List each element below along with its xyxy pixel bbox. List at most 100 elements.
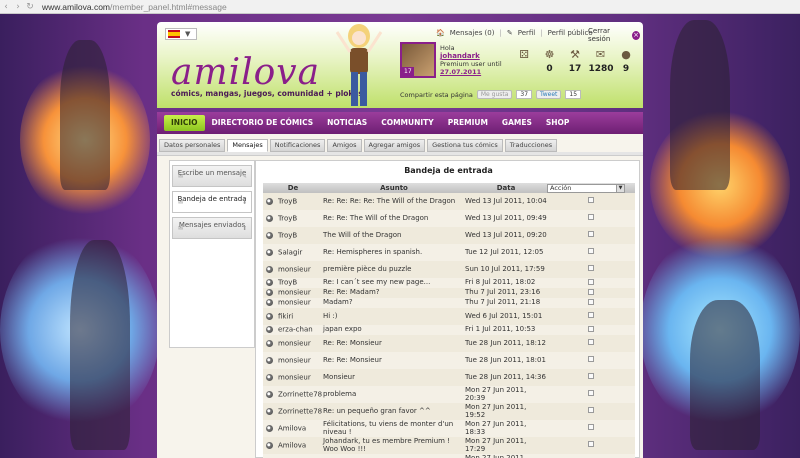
row-checkbox[interactable] bbox=[588, 407, 594, 414]
subject-cell[interactable]: Re: I can´t see my new page... bbox=[323, 278, 465, 288]
table-row[interactable]: TroyB The Will of the Dragon Wed 13 Jul 20… bbox=[263, 227, 635, 244]
reload-icon[interactable]: ↻ bbox=[24, 2, 36, 12]
tab-manage-comics[interactable]: Gestiona tus cómics bbox=[427, 139, 503, 152]
subject-cell[interactable]: Hi :) bbox=[323, 308, 465, 325]
row-checkbox[interactable] bbox=[588, 312, 594, 319]
subject-cell[interactable]: Re: Re: Re: Re: The Will of the Dragon bbox=[323, 193, 465, 210]
sender-name[interactable]: Amilova bbox=[278, 441, 306, 449]
subject-cell[interactable]: Re: Re: Madam? bbox=[323, 288, 465, 298]
sender-name[interactable]: monsieur bbox=[278, 373, 311, 381]
nav-games[interactable]: GAMES bbox=[495, 115, 539, 131]
profile-link[interactable]: Perfil bbox=[518, 29, 536, 37]
tab-messages[interactable]: Mensajes bbox=[227, 139, 268, 152]
row-checkbox[interactable] bbox=[588, 288, 594, 295]
sender-name[interactable]: fikiri bbox=[278, 312, 293, 320]
avatar[interactable]: 17 bbox=[400, 42, 436, 78]
sender-name[interactable]: Salagir bbox=[278, 248, 302, 256]
row-checkbox[interactable] bbox=[588, 441, 594, 448]
subject-cell[interactable]: The Will of the Dragon bbox=[323, 227, 465, 244]
nav-community[interactable]: COMMUNITY bbox=[374, 115, 441, 131]
subject-cell[interactable]: Johandark, tu es membre Premium ! Woo Wo… bbox=[323, 437, 465, 454]
url-field[interactable]: www.amilova.com/member_panel.html#messag… bbox=[42, 2, 227, 12]
subject-cell[interactable]: Félicitations, tu viens de monter d'un n… bbox=[323, 420, 465, 437]
subject-cell[interactable]: Madam? bbox=[323, 298, 465, 308]
sender-name[interactable]: TroyB bbox=[278, 197, 297, 205]
row-checkbox[interactable] bbox=[588, 356, 594, 363]
back-icon[interactable]: ‹ bbox=[0, 2, 12, 12]
nav-comic-directory[interactable]: DIRECTORIO DE CÓMICS bbox=[205, 115, 321, 131]
compose-message-button[interactable]: ✉ Escribe un mensaje ✎ bbox=[172, 165, 252, 187]
row-checkbox[interactable] bbox=[588, 231, 594, 238]
nav-premium[interactable]: PREMIUM bbox=[441, 115, 495, 131]
messages-link[interactable]: Mensajes (0) bbox=[450, 29, 495, 37]
table-row[interactable]: TroyB Re: I can´t see my new page... Fri 8… bbox=[263, 278, 635, 288]
table-row[interactable]: Zorrinette78 problema Mon 27 Jun 2011, 20:… bbox=[263, 386, 635, 403]
table-row[interactable]: TroyBRe: HEMISPHERES page 17 is the last… bbox=[263, 454, 635, 458]
subject-cell[interactable]: problema bbox=[323, 386, 465, 403]
row-checkbox[interactable] bbox=[588, 373, 594, 380]
table-row[interactable]: monsieur Re: Re: Madam? Thu 7 Jul 2011, 23… bbox=[263, 288, 635, 298]
table-row[interactable]: monsieur Madam? Thu 7 Jul 2011, 21:18 bbox=[263, 298, 635, 308]
subject-cell[interactable]: Re: un pequeño gran favor ^^ bbox=[323, 403, 465, 420]
sender-name[interactable]: monsieur bbox=[278, 356, 311, 364]
action-select[interactable]: Acción ▼ bbox=[547, 183, 625, 193]
table-row[interactable]: Amilova Johandark, tu es membre Premium !… bbox=[263, 437, 635, 454]
row-checkbox[interactable] bbox=[588, 197, 594, 204]
sender-name[interactable]: Zorrinette78 bbox=[278, 390, 322, 398]
table-row[interactable]: monsieur Re: Re: Monsieur Tue 28 Jun 2011,… bbox=[263, 352, 635, 369]
table-row[interactable]: Salagir Re: Hemispheres in spanish. Tue 12… bbox=[263, 244, 635, 261]
nav-news[interactable]: NOTICIAS bbox=[320, 115, 374, 131]
logout-button[interactable]: Cerrar sesión × bbox=[588, 27, 640, 43]
row-checkbox[interactable] bbox=[588, 214, 594, 221]
forward-icon[interactable]: › bbox=[12, 2, 24, 12]
tweet-button[interactable]: Tweet bbox=[536, 90, 562, 99]
nav-inicio[interactable]: INICIO bbox=[164, 115, 205, 131]
table-row[interactable]: Zorrinette78 Re: un pequeño gran favor ^^… bbox=[263, 403, 635, 420]
tab-personal-data[interactable]: Datos personales bbox=[159, 139, 226, 152]
row-checkbox[interactable] bbox=[588, 278, 594, 285]
sender-name[interactable]: Amilova bbox=[278, 424, 306, 432]
row-checkbox[interactable] bbox=[588, 265, 594, 272]
subject-cell[interactable]: Re: Hemispheres in spanish. bbox=[323, 244, 465, 261]
tab-notifications[interactable]: Notificaciones bbox=[269, 139, 326, 152]
subject-cell[interactable]: première pièce du puzzle bbox=[323, 261, 465, 278]
site-logo[interactable]: amilova bbox=[171, 52, 320, 93]
sent-messages-button[interactable]: ✉ Mensajes enviados ⬆ bbox=[172, 217, 252, 239]
tab-friends[interactable]: Amigos bbox=[327, 139, 362, 152]
row-checkbox[interactable] bbox=[588, 298, 594, 305]
table-row[interactable]: monsieur première pièce du puzzle Sun 10 J… bbox=[263, 261, 635, 278]
sender-name[interactable]: TroyB bbox=[278, 279, 297, 287]
row-checkbox[interactable] bbox=[588, 390, 594, 397]
row-checkbox[interactable] bbox=[588, 339, 594, 346]
username-link[interactable]: johandark bbox=[440, 52, 502, 60]
table-row[interactable]: TroyB Re: Re: The Will of the Dragon Wed 1… bbox=[263, 210, 635, 227]
table-row[interactable]: fikiri Hi :) Wed 6 Jul 2011, 15:01 bbox=[263, 308, 635, 325]
tab-add-friends[interactable]: Agregar amigos bbox=[363, 139, 426, 152]
row-checkbox[interactable] bbox=[588, 325, 594, 332]
subject-cell[interactable]: Re: Re: Monsieur bbox=[323, 335, 465, 352]
subject-cell[interactable]: Re: Re: The Will of the Dragon bbox=[323, 210, 465, 227]
language-selector[interactable]: ▼ bbox=[165, 28, 197, 40]
sender-name[interactable]: monsieur bbox=[278, 265, 311, 273]
subject-cell[interactable]: Re: Re: Monsieur bbox=[323, 352, 465, 369]
sender-name[interactable]: Zorrinette78 bbox=[278, 407, 322, 415]
sender-name[interactable]: monsieur bbox=[278, 289, 311, 297]
table-row[interactable]: Amilova Félicitations, tu viens de monter… bbox=[263, 420, 635, 437]
table-row[interactable]: monsieur Re: Re: Monsieur Tue 28 Jun 2011,… bbox=[263, 335, 635, 352]
sender-name[interactable]: TroyB bbox=[278, 214, 297, 222]
row-checkbox[interactable] bbox=[588, 424, 594, 431]
row-checkbox[interactable] bbox=[588, 248, 594, 255]
sender-name[interactable]: erza-chan bbox=[278, 326, 313, 334]
like-button[interactable]: Me gusta bbox=[476, 90, 513, 99]
sender-name[interactable]: TroyB bbox=[278, 231, 297, 239]
inbox-button[interactable]: ✉ Bandeja de entrada ⬇ bbox=[172, 191, 252, 213]
table-row[interactable]: TroyB Re: Re: Re: Re: The Will of the Dra… bbox=[263, 193, 635, 210]
table-row[interactable]: erza-chan japan expo Fri 1 Jul 2011, 10:53 bbox=[263, 325, 635, 335]
subject-cell[interactable]: Monsieur bbox=[323, 369, 465, 386]
public-profile-link[interactable]: Perfil público bbox=[548, 29, 593, 37]
sender-name[interactable]: monsieur bbox=[278, 339, 311, 347]
tab-translations[interactable]: Traducciones bbox=[504, 139, 558, 152]
subject-cell[interactable]: japan expo bbox=[323, 325, 465, 335]
nav-shop[interactable]: SHOP bbox=[539, 115, 577, 131]
table-row[interactable]: monsieur Monsieur Tue 28 Jun 2011, 14:36 bbox=[263, 369, 635, 386]
